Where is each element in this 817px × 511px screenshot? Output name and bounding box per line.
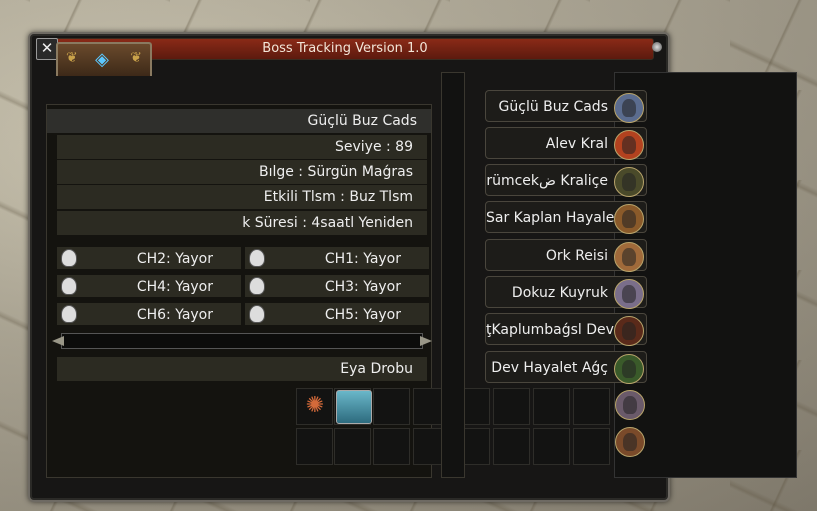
- boss-region: Bılge : Sürgün Maǵras: [57, 160, 427, 184]
- channel-status-ch4: CH4: Yayor: [57, 275, 241, 297]
- scroll-item-icon[interactable]: ✺: [298, 390, 332, 422]
- boss-list-item[interactable]: Ork Reisi: [485, 239, 647, 272]
- boss-list-item[interactable]: Dokuz Kuyruk: [485, 276, 647, 309]
- item-slot[interactable]: [334, 428, 371, 465]
- boss-portrait-icon: [615, 427, 645, 457]
- boss-portrait-icon: [614, 354, 644, 384]
- item-slot[interactable]: [493, 388, 530, 425]
- boss-level: Seviye : 89: [57, 135, 427, 159]
- timer-icon: [61, 249, 77, 267]
- boss-list-item[interactable]: ţKaplumbaǵsl Dev: [485, 313, 647, 346]
- channel-label: CH3: Yayor: [324, 279, 401, 295]
- respawn-time: k Süresi : 4saatl Yeniden: [57, 211, 427, 235]
- item-slot[interactable]: [373, 388, 410, 425]
- chest-item-icon[interactable]: [336, 390, 372, 424]
- boss-portrait-icon: [614, 316, 644, 346]
- channel-status-ch5: CH5: Yayor: [245, 303, 429, 325]
- boss-list-item[interactable]: rümcekض Kraliçe: [485, 164, 647, 197]
- boss-list-item[interactable]: Sar Kaplan Hayaleti: [485, 201, 647, 234]
- boss-list-label: ţKaplumbaǵsl Dev: [486, 322, 614, 338]
- boss-name-header: Güçlü Buz Cads: [47, 109, 431, 133]
- boss-list-label: rümcekض Kraliçe: [486, 173, 608, 189]
- divider-bar: [52, 333, 432, 349]
- timer-icon: [249, 305, 265, 323]
- item-slot[interactable]: [296, 428, 333, 465]
- item-slot[interactable]: [533, 428, 570, 465]
- timer-icon: [61, 277, 77, 295]
- item-slot[interactable]: [373, 428, 410, 465]
- channel-label: CH4: Yayor: [136, 279, 213, 295]
- close-button[interactable]: ✕: [36, 38, 58, 60]
- boss-list-label: Güçlü Buz Cads: [498, 99, 608, 115]
- channel-status-ch1: CH1: Yayor: [245, 247, 429, 269]
- boss-list-item[interactable]: [614, 388, 647, 420]
- channel-label: CH1: Yayor: [324, 251, 401, 267]
- tab-boss-info[interactable]: ❦ ◈ ❦: [56, 42, 152, 76]
- boss-list-scrollbar[interactable]: [441, 72, 465, 478]
- channel-status-ch6: CH6: Yayor: [57, 303, 241, 325]
- effective-stone: Etkili Tlsm : Buz Tlsm: [57, 185, 427, 209]
- laurel-right-icon: ❦: [130, 50, 142, 66]
- close-icon: ✕: [40, 39, 54, 57]
- medal-icon: ◈: [95, 49, 109, 70]
- boss-list-label: Dev Hayalet Aǵç: [491, 360, 608, 376]
- boss-list-label: Dokuz Kuyruk: [511, 285, 608, 301]
- boss-list-label: Ork Reisi: [545, 248, 608, 264]
- item-slot[interactable]: [573, 428, 610, 465]
- timer-icon: [61, 305, 77, 323]
- laurel-left-icon: ❦: [66, 50, 78, 66]
- item-slot[interactable]: [573, 388, 610, 425]
- boss-portrait-icon: [614, 242, 644, 272]
- boss-portrait-icon: [614, 167, 644, 197]
- boss-portrait-icon: [614, 204, 644, 234]
- boss-portrait-icon: [615, 390, 645, 420]
- boss-portrait-icon: [614, 93, 644, 123]
- window-grip-icon[interactable]: [652, 42, 662, 52]
- channel-status-ch3: CH3: Yayor: [245, 275, 429, 297]
- channel-status-ch2: CH2: Yayor: [57, 247, 241, 269]
- channel-label: CH2: Yayor: [136, 251, 213, 267]
- boss-portrait-icon: [614, 130, 644, 160]
- timer-icon: [249, 249, 265, 267]
- boss-list-item[interactable]: Dev Hayalet Aǵç: [485, 351, 647, 384]
- channel-label: CH5: Yayor: [324, 307, 401, 323]
- item-slot[interactable]: [493, 428, 530, 465]
- drops-label: Eya Drobu: [57, 357, 427, 381]
- boss-portrait-icon: [614, 279, 644, 309]
- window-title: Boss Tracking Version 1.0: [262, 41, 428, 56]
- boss-list-item[interactable]: Güçlü Buz Cads: [485, 90, 647, 123]
- boss-list-item[interactable]: Alev Kral: [485, 127, 647, 160]
- channel-label: CH6: Yayor: [136, 307, 213, 323]
- boss-list-label: Sar Kaplan Hayaleti: [486, 210, 624, 226]
- boss-list-label: Alev Kral: [545, 136, 608, 152]
- item-slot[interactable]: [533, 388, 570, 425]
- boss-list-item[interactable]: [614, 425, 647, 457]
- timer-icon: [249, 277, 265, 295]
